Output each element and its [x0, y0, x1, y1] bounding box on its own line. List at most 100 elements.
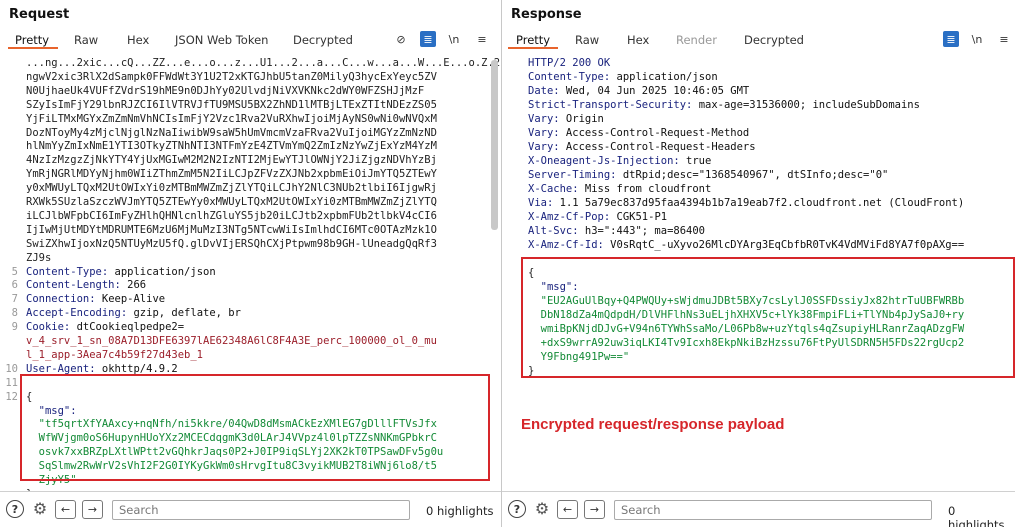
tab-raw[interactable]: Raw	[575, 33, 599, 47]
tab-pretty[interactable]: Pretty	[15, 33, 49, 47]
tab-hex[interactable]: Hex	[627, 33, 649, 47]
header-value: 1.1 5a79ec837d95faa4394b1b7a19eab7f2.clo…	[553, 197, 965, 209]
code-line: Strict-Transport-Security: max-age=31536…	[502, 98, 1015, 112]
header-key: Content-Type:	[26, 265, 109, 278]
line-number: 10	[5, 362, 18, 375]
line-number: 5	[11, 265, 18, 278]
text-line: SwiZXhwIjoxNzQ5NTUyMzU5fQ.glDvVIjERSQhCX…	[26, 237, 437, 250]
header-line: X-Oneagent-Js-Injection: true	[528, 154, 711, 168]
header-line: X-Amz-Cf-Id: V0sRqtC_-uXyvo26MlcDYArg3Eq…	[528, 238, 964, 252]
header-line: Accept-Encoding: gzip, deflate, br	[26, 306, 241, 320]
response-title: Response	[511, 7, 582, 22]
text-line: iLCJlbWFpbCI6ImFyZHlhQHNlcnlhZGluYS5jb20…	[26, 209, 437, 222]
forward-arrow-icon[interactable]: →	[584, 500, 605, 519]
response-search-input[interactable]	[614, 500, 932, 520]
code-line: ZJ9s	[0, 251, 501, 265]
header-key: User-Agent:	[26, 362, 96, 375]
payload-annotation: Encrypted request/response payload	[521, 416, 785, 433]
code-line: RXWk5SUzlaSzczWVJmYTQ5ZTEwYy0xMWUyLTQxM2…	[0, 195, 501, 209]
request-search-input[interactable]	[112, 500, 410, 520]
header-value: gzip, deflate, br	[127, 307, 241, 320]
code-line: 5 Content-Type: application/json	[0, 265, 501, 279]
settings-gear-icon[interactable]: ⚙	[532, 498, 552, 518]
text-line: v_4_srv_1_sn_08A7D13DFE6397lAE62348A6lC8…	[26, 335, 437, 347]
code-line: HTTP/2 200 OK	[502, 56, 1015, 70]
header-value: max-age=31536000; includeSubDomains	[692, 99, 920, 111]
code-line: 4NzIzMzgzZjNkYTY4YjUxMGIwM2M2N2IzNTI2MjE…	[0, 153, 501, 167]
response-search-bar: ? ⚙ ← → 0 highlights	[502, 491, 1015, 527]
code-line: YjFiLTMxMGYxZmZmNmVhNCIsImFjY2Vzc1Rva2Vu…	[0, 112, 501, 126]
help-icon[interactable]: ?	[508, 500, 526, 518]
newline-toggle-icon[interactable]: \n	[969, 31, 985, 47]
code-line: Via: 1.1 5a79ec837d95faa4394b1b7a19eab7f…	[502, 196, 1015, 210]
header-key: Via:	[528, 197, 554, 209]
text-line: RXWk5SUzlaSzczWVJmYTQ5ZTEwYy0xMWUyLTQxM2…	[26, 196, 437, 208]
header-value: dtRpid;desc="1368540967", dtSInfo;desc="…	[616, 169, 889, 181]
menu-icon[interactable]: ≡	[996, 31, 1012, 47]
back-arrow-icon[interactable]: ←	[55, 500, 76, 519]
line-number: 11	[5, 376, 18, 389]
code-line: Vary: Origin	[502, 112, 1015, 126]
tab-raw[interactable]: Raw	[74, 33, 98, 47]
header-key: Connection:	[26, 293, 96, 306]
forward-arrow-icon[interactable]: →	[82, 500, 103, 519]
header-line: X-Amz-Cf-Pop: CGK51-P1	[528, 210, 667, 224]
header-line: Via: 1.1 5a79ec837d95faa4394b1b7a19eab7f…	[528, 196, 964, 210]
header-line: X-Cache: Miss from cloudfront	[528, 182, 711, 196]
code-line: Server-Timing: dtRpid;desc="1368540967",…	[502, 168, 1015, 182]
text-line: ZJ9s	[26, 251, 52, 264]
code-line: Vary: Access-Control-Request-Headers	[502, 140, 1015, 154]
tab-json-web-token[interactable]: JSON Web Token	[175, 33, 268, 47]
text-line: SZyIsImFjY29lbnRJZCI6IlVTRVJfTU9MSU5BX2Z…	[26, 98, 437, 111]
header-value: V0sRqtC_-uXyvo26MlcDYArg3EqCbfbR0TvK4VdM…	[603, 239, 965, 251]
header-key: Vary:	[528, 141, 560, 153]
text-line: ngwV2xic3RlX2dSampk0FFWdWt3Y1U2T2xKTGJhb…	[26, 70, 437, 83]
back-arrow-icon[interactable]: ←	[557, 500, 578, 519]
tab-decrypted[interactable]: Decrypted	[293, 33, 353, 47]
code-line: v_4_srv_1_sn_08A7D13DFE6397lAE62348A6lC8…	[0, 334, 501, 348]
header-value: h3=":443"; ma=86400	[578, 225, 706, 237]
code-line: X-Amz-Cf-Id: V0sRqtC_-uXyvo26MlcDYArg3Eq…	[502, 238, 1015, 252]
header-key: X-Amz-Cf-Id:	[528, 239, 604, 251]
tab-decrypted[interactable]: Decrypted	[744, 33, 804, 47]
response-payload-highlight	[521, 257, 1015, 378]
code-line: 6 Content-Length: 266	[0, 278, 501, 292]
line-number: 12	[5, 390, 18, 403]
header-key: HTTP/2 200 OK	[528, 57, 611, 69]
text-line: YjFiLTMxMGYxZmZmNmVhNCIsImFjY2Vzc1Rva2Vu…	[26, 112, 437, 125]
header-key: Accept-Encoding:	[26, 307, 128, 320]
request-scrollbar[interactable]	[491, 60, 498, 230]
newline-toggle-icon[interactable]: \n	[446, 31, 462, 47]
header-value: Keep-Alive	[95, 293, 166, 306]
response-highlights-count: 0 highlights	[948, 504, 1005, 527]
header-line: Vary: Access-Control-Request-Headers	[528, 140, 756, 154]
header-line: Cookie: dtCookieqlpedpe2=	[26, 320, 184, 334]
code-line: y0xMWUyLTQxM2UtOWIxYi0zMTBmMWZmZjZlYTQiL…	[0, 181, 501, 195]
code-line: IjIwMjUtMDYtMDRUMTE6MzU6MjMuMzI3NTg5NTcw…	[0, 223, 501, 237]
help-icon[interactable]: ?	[6, 500, 24, 518]
header-key: Date:	[528, 85, 560, 97]
tab-hex[interactable]: Hex	[127, 33, 149, 47]
eye-off-icon[interactable]: ⊘	[393, 31, 409, 47]
wrap-lines-icon[interactable]: ≣	[420, 31, 436, 47]
code-line: hlNmYyZmIxNmE1YTI3OTkyZTNhNTI3NTFmYzE4ZT…	[0, 139, 501, 153]
code-line: N0UjhaeUk4VUFfZVdrS19hME9n0DJhYy02UlvdjN…	[0, 84, 501, 98]
active-tab-indicator	[508, 47, 558, 49]
settings-gear-icon[interactable]: ⚙	[30, 498, 50, 518]
header-line: HTTP/2 200 OK	[528, 56, 610, 70]
header-value: Access-Control-Request-Headers	[559, 141, 756, 153]
header-value: Wed, 04 Jun 2025 10:46:05 GMT	[559, 85, 750, 97]
text-line: 4NzIzMzgzZjNkYTY4YjUxMGIwM2M2N2IzNTI2MjE…	[26, 154, 437, 167]
active-tab-indicator	[8, 47, 58, 49]
wrap-lines-icon[interactable]: ≣	[943, 31, 959, 47]
code-line: 7 Connection: Keep-Alive	[0, 292, 501, 306]
header-value: okhttp/4.9.2	[95, 362, 178, 375]
request-highlights-count: 0 highlights	[426, 504, 494, 518]
menu-icon[interactable]: ≡	[474, 31, 490, 47]
tab-pretty[interactable]: Pretty	[516, 33, 550, 47]
header-value: Access-Control-Request-Method	[559, 127, 750, 139]
tab-render[interactable]: Render	[676, 33, 717, 47]
code-line: 8 Accept-Encoding: gzip, deflate, br	[0, 306, 501, 320]
code-line: Alt-Svc: h3=":443"; ma=86400	[502, 224, 1015, 238]
header-line: Server-Timing: dtRpid;desc="1368540967",…	[528, 168, 888, 182]
